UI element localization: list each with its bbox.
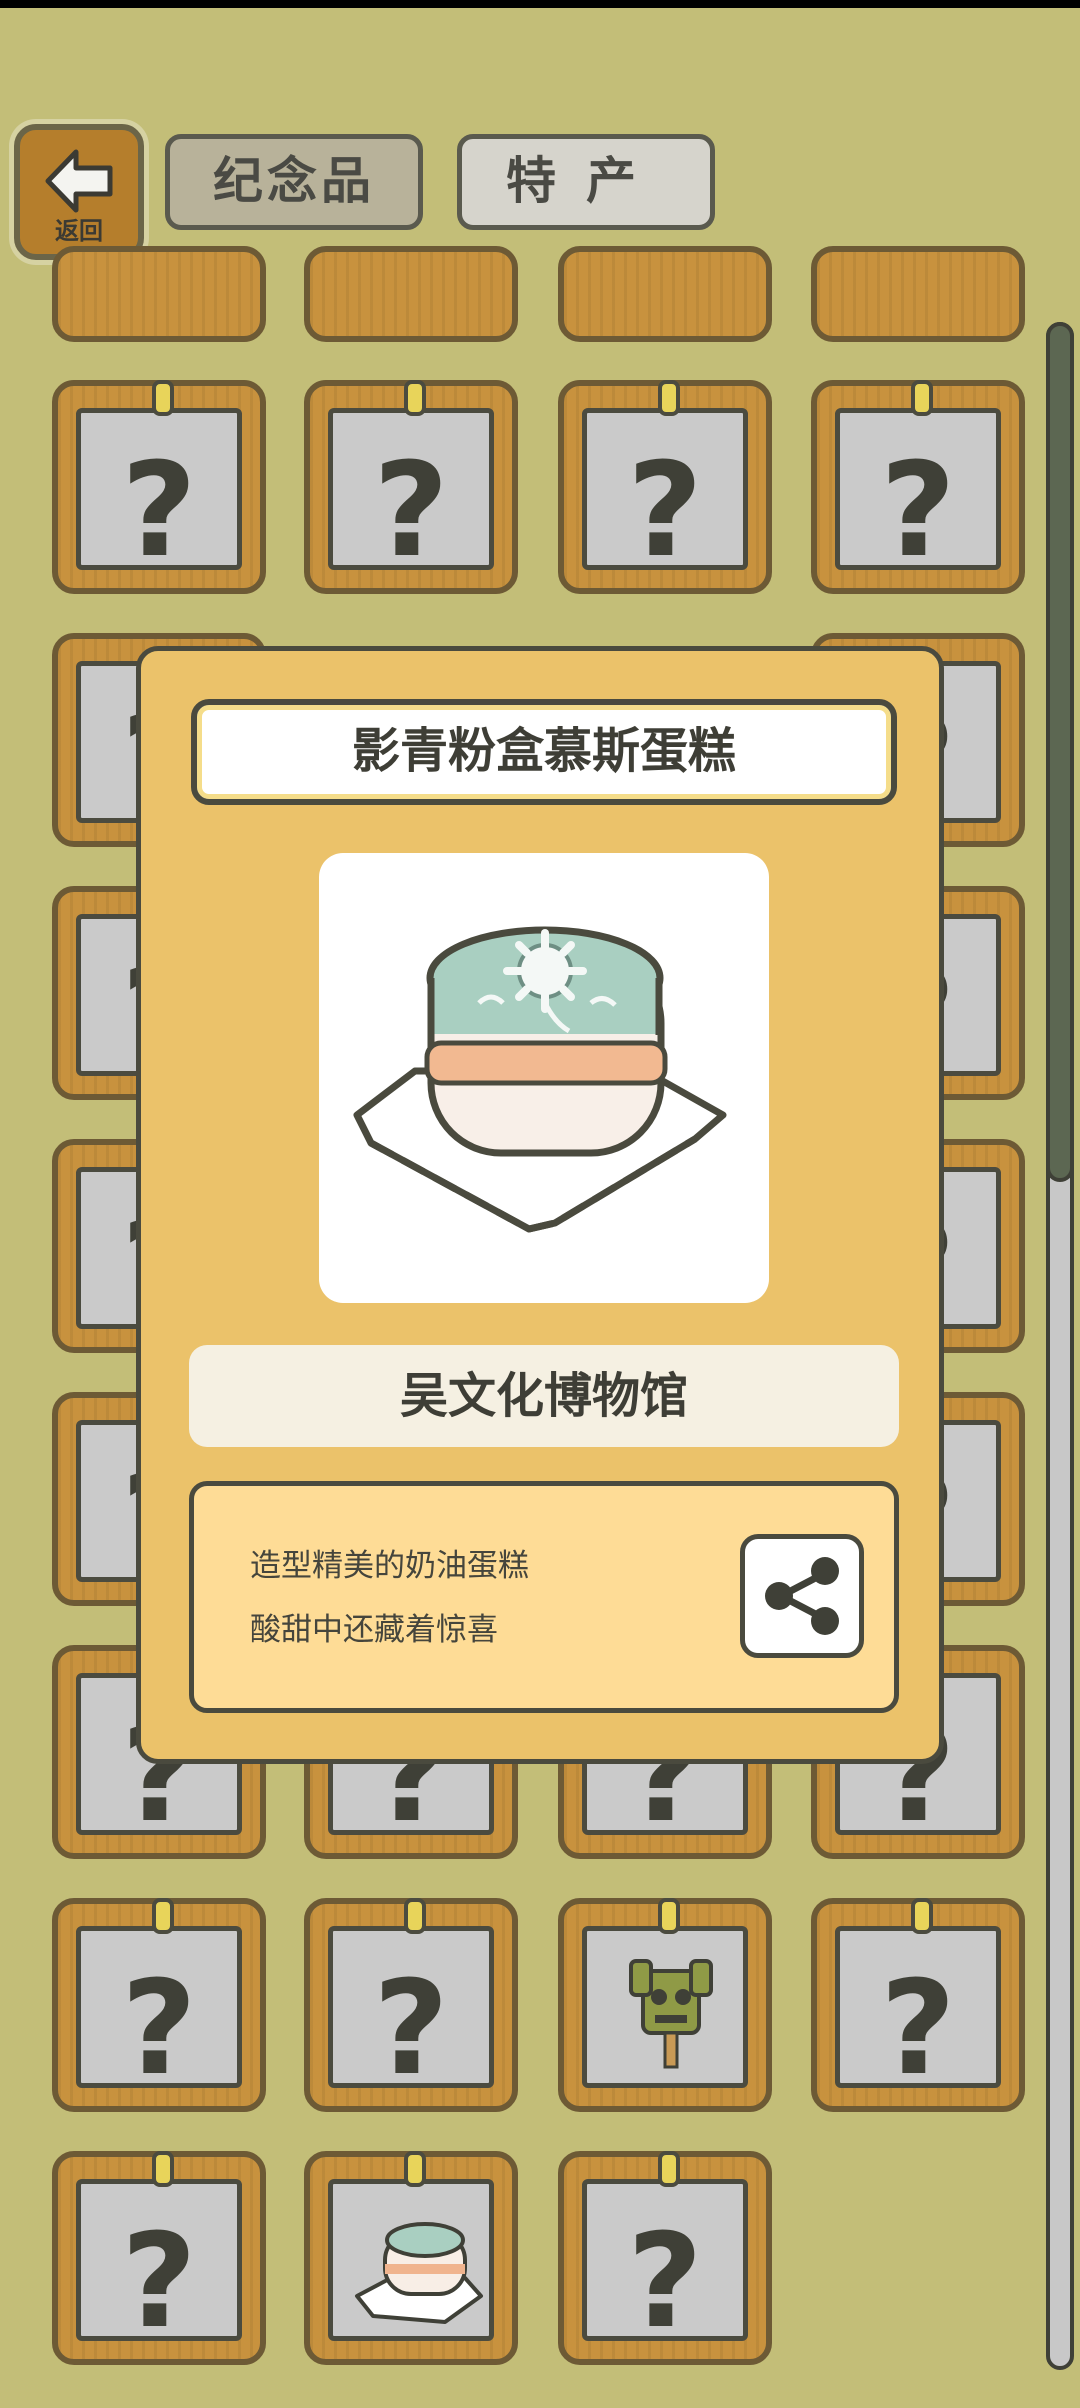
hanging-peg-icon bbox=[911, 380, 933, 416]
collection-slot[interactable]: ? bbox=[811, 1898, 1025, 2112]
share-icon bbox=[765, 1557, 839, 1635]
collection-slot[interactable] bbox=[52, 246, 266, 342]
collection-slot[interactable] bbox=[304, 2151, 518, 2365]
unknown-item-icon: ? bbox=[121, 1952, 197, 2104]
scrollbar-thumb[interactable] bbox=[1046, 322, 1074, 1182]
item-title: 影青粉盒慕斯蛋糕 bbox=[191, 699, 897, 805]
unknown-item-icon: ? bbox=[373, 434, 449, 586]
hanging-peg-icon bbox=[152, 1898, 174, 1934]
collection-slot[interactable]: ? bbox=[304, 1898, 518, 2112]
collection-slot[interactable] bbox=[558, 1898, 772, 2112]
item-location: 吴文化博物馆 bbox=[189, 1345, 899, 1447]
unknown-item-icon: ? bbox=[880, 1952, 956, 2104]
collection-slot[interactable] bbox=[811, 246, 1025, 342]
collection-slot[interactable]: ? bbox=[52, 2151, 266, 2365]
collection-slot[interactable] bbox=[304, 246, 518, 342]
bronze-mask-souvenir-icon bbox=[629, 1959, 713, 2069]
mousse-cake-souvenir-icon bbox=[355, 2222, 483, 2324]
unknown-item-icon: ? bbox=[627, 434, 703, 586]
collection-slot[interactable]: ? bbox=[811, 380, 1025, 594]
collection-slot[interactable] bbox=[558, 246, 772, 342]
description-line: 造型精美的奶油蛋糕 bbox=[250, 1548, 529, 1584]
unknown-item-icon: ? bbox=[121, 434, 197, 586]
hanging-peg-icon bbox=[658, 1898, 680, 1934]
item-image-card bbox=[319, 853, 769, 1303]
unknown-item-icon: ? bbox=[121, 2205, 197, 2357]
collection-slot[interactable]: ? bbox=[558, 2151, 772, 2365]
hanging-peg-icon bbox=[404, 1898, 426, 1934]
collection-slot[interactable]: ? bbox=[52, 1898, 266, 2112]
item-detail-modal: 影青粉盒慕斯蛋糕 吴文化博物馆 造型精美的奶油蛋糕 酸甜中还藏着惊喜 bbox=[136, 646, 944, 1764]
hanging-peg-icon bbox=[404, 2151, 426, 2187]
item-description-box: 造型精美的奶油蛋糕 酸甜中还藏着惊喜 bbox=[189, 1481, 899, 1713]
collection-slot[interactable]: ? bbox=[52, 380, 266, 594]
hanging-peg-icon bbox=[404, 380, 426, 416]
unknown-item-icon: ? bbox=[373, 1952, 449, 2104]
hanging-peg-icon bbox=[658, 380, 680, 416]
description-line: 酸甜中还藏着惊喜 bbox=[250, 1612, 498, 1648]
hanging-peg-icon bbox=[911, 1898, 933, 1934]
hanging-peg-icon bbox=[152, 2151, 174, 2187]
hanging-peg-icon bbox=[658, 2151, 680, 2187]
unknown-item-icon: ? bbox=[627, 2205, 703, 2357]
hanging-peg-icon bbox=[152, 380, 174, 416]
celadon-mousse-cake-illustration bbox=[353, 926, 727, 1233]
unknown-item-icon: ? bbox=[880, 434, 956, 586]
collection-slot[interactable]: ? bbox=[304, 380, 518, 594]
share-button[interactable] bbox=[740, 1534, 864, 1658]
collection-slot[interactable]: ? bbox=[558, 380, 772, 594]
